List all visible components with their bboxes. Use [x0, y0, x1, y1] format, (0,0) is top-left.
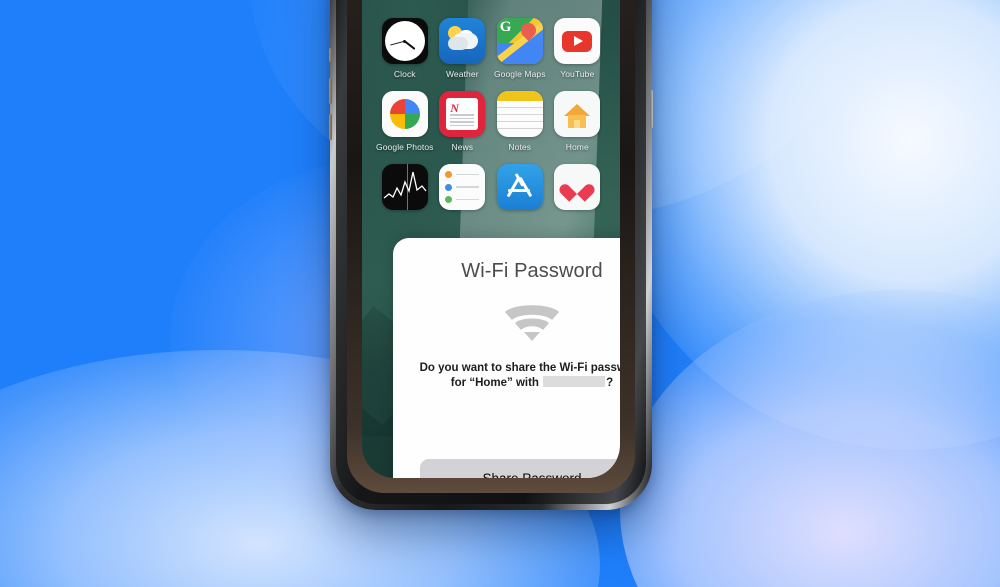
health-icon — [554, 164, 601, 210]
home-icon — [554, 91, 601, 137]
app-notes[interactable]: Notes — [491, 91, 548, 152]
dialog-body-line-1: Do you want to share the Wi-Fi password — [419, 362, 620, 374]
notes-icon — [496, 91, 543, 137]
app-google-photos[interactable]: Google Photos — [376, 91, 434, 152]
app-label: Google Photos — [376, 142, 434, 152]
redacted-contact-name — [543, 375, 606, 387]
app-google-maps[interactable]: G Google Maps — [491, 18, 548, 79]
app-store-icon — [496, 164, 543, 210]
stocks-icon — [381, 164, 428, 210]
app-clock[interactable]: Clock — [376, 18, 434, 79]
app-reminders[interactable] — [434, 164, 491, 215]
app-label: Notes — [508, 142, 532, 152]
clock-icon — [381, 18, 428, 64]
app-label: Google Maps — [493, 69, 546, 79]
share-password-button[interactable]: Share Password — [420, 459, 620, 478]
app-weather[interactable]: Weather — [434, 18, 491, 79]
reminders-icon — [439, 164, 486, 210]
app-stocks[interactable] — [376, 164, 434, 215]
app-label: News — [451, 142, 474, 152]
dialog-body-line-2-prefix: for “Home” with — [450, 376, 539, 389]
phone-bezel: Clock Weather G Google Maps YouTube Goog… — [347, 0, 635, 493]
app-news[interactable]: N News — [434, 91, 491, 152]
app-label: Home — [565, 142, 589, 152]
wifi-password-dialog: × Wi-Fi Password Do you want to share th… — [393, 238, 620, 478]
phone-frame-inner: Clock Weather G Google Maps YouTube Goog… — [336, 0, 646, 504]
dialog-title: Wi-Fi Password — [461, 260, 603, 282]
news-icon: N — [439, 91, 486, 137]
dialog-body-line-2-suffix: ? — [606, 376, 614, 389]
app-label: YouTube — [560, 69, 595, 79]
google-photos-icon — [381, 91, 428, 137]
mute-switch[interactable] — [329, 48, 332, 62]
screenshot-stage: Clock Weather G Google Maps YouTube Goog… — [0, 0, 1000, 587]
volume-up-button[interactable] — [329, 78, 332, 104]
phone-screen: Clock Weather G Google Maps YouTube Goog… — [362, 0, 620, 478]
background-glow-lower-right — [620, 290, 1000, 587]
app-label: Clock — [393, 69, 416, 79]
app-youtube[interactable]: YouTube — [549, 18, 606, 79]
weather-icon — [439, 18, 486, 64]
app-label: Weather — [445, 69, 479, 79]
power-button[interactable] — [650, 90, 653, 128]
background-glow-right — [600, 0, 1000, 450]
app-health[interactable] — [549, 164, 606, 215]
wifi-icon — [505, 305, 559, 341]
home-screen-icon-grid: Clock Weather G Google Maps YouTube Goog… — [362, 18, 620, 215]
app-app-store[interactable] — [491, 164, 548, 215]
dialog-body-text: Do you want to share the Wi-Fi password … — [393, 361, 620, 390]
youtube-icon — [554, 18, 601, 64]
google-maps-icon: G — [496, 18, 543, 64]
phone-device: Clock Weather G Google Maps YouTube Goog… — [329, 0, 653, 510]
volume-down-button[interactable] — [329, 114, 332, 140]
app-home[interactable]: Home — [549, 91, 606, 152]
